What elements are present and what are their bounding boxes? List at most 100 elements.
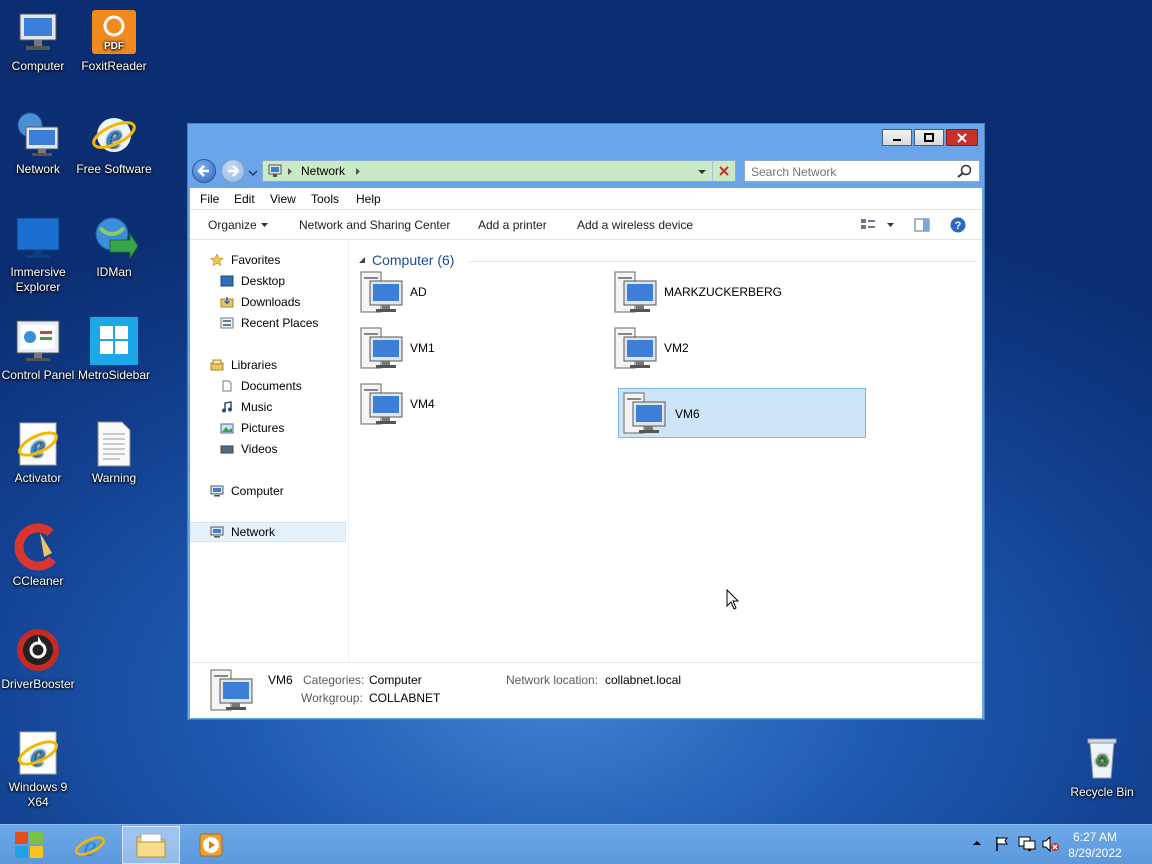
- view-options-icon: [861, 219, 894, 229]
- help-button[interactable]: ?: [950, 217, 966, 236]
- menu-file[interactable]: File: [200, 192, 219, 206]
- clock-date: 8/29/2022: [1068, 846, 1122, 860]
- nav-label: Favorites: [231, 253, 281, 267]
- desktop-icon-warning[interactable]: Warning: [76, 420, 152, 486]
- group-header-computer[interactable]: Computer (6): [358, 252, 454, 268]
- network-computer-icon: [360, 271, 403, 313]
- search-icon[interactable]: [957, 164, 973, 178]
- nav-network[interactable]: Network: [190, 522, 346, 542]
- computer-item-vm2[interactable]: VM2: [604, 323, 852, 373]
- computer-icon: [210, 485, 224, 497]
- search-input[interactable]: [749, 164, 953, 180]
- show-hidden-icons-button[interactable]: [972, 835, 982, 852]
- desktop-icon-free-software[interactable]: e Free Software: [76, 111, 152, 177]
- group-divider: [468, 261, 976, 262]
- computer-name: AD: [410, 285, 427, 299]
- desktop-icon-network[interactable]: Network: [0, 111, 76, 177]
- taskbar-internet-explorer[interactable]: e: [61, 826, 119, 864]
- forward-button[interactable]: [221, 159, 245, 183]
- computer-item-vm6[interactable]: VM6: [618, 388, 866, 438]
- volume-muted[interactable]: [1042, 835, 1060, 855]
- desktop-icon-label: Computer: [11, 59, 65, 73]
- desktop-icon-label: FoxitReader: [81, 59, 147, 73]
- nav-favorites[interactable]: Favorites: [210, 250, 348, 270]
- desktop-icon-windows9[interactable]: e Windows 9 X64: [0, 729, 76, 810]
- action-center-flag[interactable]: [994, 836, 1010, 855]
- music-icon: [222, 401, 232, 413]
- computer-item-markzuckerberg[interactable]: MARKZUCKERBERG: [604, 267, 852, 317]
- menu-view[interactable]: View: [270, 192, 296, 206]
- minimize-button[interactable]: [882, 129, 912, 146]
- nav-label: Videos: [241, 442, 278, 456]
- menu-bar: File Edit View Tools Help: [190, 188, 982, 210]
- clock-time: 6:27 AM: [1072, 830, 1118, 844]
- preview-pane-button[interactable]: [914, 217, 930, 236]
- menu-tools[interactable]: Tools: [311, 192, 339, 206]
- maximize-button[interactable]: [914, 129, 944, 146]
- nav-desktop[interactable]: Desktop: [220, 271, 358, 291]
- computer-item-ad[interactable]: AD: [350, 267, 598, 317]
- close-button[interactable]: [946, 129, 978, 146]
- computer-item-vm4[interactable]: VM4: [350, 379, 598, 429]
- add-wireless-device-button[interactable]: Add a wireless device: [577, 218, 693, 232]
- nav-libraries[interactable]: Libraries: [210, 355, 348, 375]
- breadcrumb-chevron-icon[interactable]: [355, 167, 361, 176]
- folder-icon: [136, 833, 166, 858]
- search-box[interactable]: [744, 160, 980, 182]
- desktop-icon-control-panel[interactable]: Control Panel: [0, 317, 76, 383]
- recent-locations-dropdown[interactable]: [248, 166, 258, 180]
- add-printer-button[interactable]: Add a printer: [478, 218, 547, 232]
- nav-music[interactable]: Music: [220, 397, 358, 417]
- desktop-icon-label: Free Software: [76, 162, 152, 176]
- computer-name: VM4: [410, 397, 435, 411]
- mouse-cursor-icon: [726, 589, 740, 610]
- address-bar[interactable]: Network: [262, 160, 736, 182]
- network-status[interactable]: [1018, 836, 1036, 855]
- menu-edit[interactable]: Edit: [234, 192, 255, 206]
- menu-help[interactable]: Help: [356, 192, 381, 206]
- computer-name: VM1: [410, 341, 435, 355]
- organize-label: Organize: [208, 218, 257, 232]
- desktop-icon-idman[interactable]: IDMan: [76, 214, 152, 280]
- nav-videos[interactable]: Videos: [220, 439, 358, 459]
- desktop-icon-computer[interactable]: Computer: [0, 8, 76, 74]
- nav-recent-places[interactable]: Recent Places: [220, 313, 358, 333]
- network-computer-icon: [210, 669, 253, 711]
- taskbar-file-explorer[interactable]: [122, 826, 180, 864]
- desktop-icon-foxitreader[interactable]: PDF FoxitReader: [76, 8, 152, 74]
- nav-documents[interactable]: Documents: [220, 376, 358, 396]
- desktop-icon-label: CCleaner: [12, 574, 64, 588]
- desktop-icon-ccleaner[interactable]: CCleaner: [0, 523, 76, 589]
- desktop-icon-recycle-bin[interactable]: ♻ Recycle Bin: [1064, 734, 1140, 800]
- change-view-button[interactable]: [860, 218, 900, 235]
- desktop-icon-activator[interactable]: e Activator: [0, 420, 76, 486]
- nav-label: Libraries: [231, 358, 278, 372]
- pictures-icon: [220, 423, 234, 434]
- nav-downloads[interactable]: Downloads: [220, 292, 358, 312]
- address-history-chevron-icon[interactable]: [697, 168, 707, 176]
- nav-label: Music: [241, 400, 273, 414]
- network-tray-icon: [1018, 836, 1036, 851]
- address-location[interactable]: Network: [301, 164, 345, 178]
- network-computer-icon: [360, 327, 403, 369]
- desktop-icon-metrosidebar[interactable]: MetroSidebar: [76, 317, 152, 383]
- x-icon: [719, 166, 729, 176]
- start-button[interactable]: [0, 826, 58, 864]
- desktop-icon-driverbooster[interactable]: DriverBooster: [0, 626, 76, 692]
- desktop-icon-immersive-explorer[interactable]: Immersive Explorer: [0, 214, 76, 295]
- nav-computer[interactable]: Computer: [210, 481, 348, 501]
- details-location-value: collabnet.local: [605, 673, 682, 687]
- stop-button[interactable]: [712, 161, 735, 181]
- chevron-down-icon: [261, 223, 269, 227]
- taskbar-media-player[interactable]: [183, 826, 241, 864]
- network-sharing-center-button[interactable]: Network and Sharing Center: [299, 218, 450, 232]
- desktop-icon-label: Warning: [91, 471, 137, 485]
- ccleaner-icon: [14, 523, 62, 571]
- back-button[interactable]: [192, 159, 216, 183]
- star-icon: [210, 254, 224, 266]
- organize-button[interactable]: Organize: [208, 218, 269, 232]
- downloads-folder-icon: [220, 297, 234, 308]
- nav-pictures[interactable]: Pictures: [220, 418, 358, 438]
- computer-item-vm1[interactable]: VM1: [350, 323, 598, 373]
- taskbar-clock[interactable]: 6:27 AM 8/29/2022: [1060, 829, 1130, 861]
